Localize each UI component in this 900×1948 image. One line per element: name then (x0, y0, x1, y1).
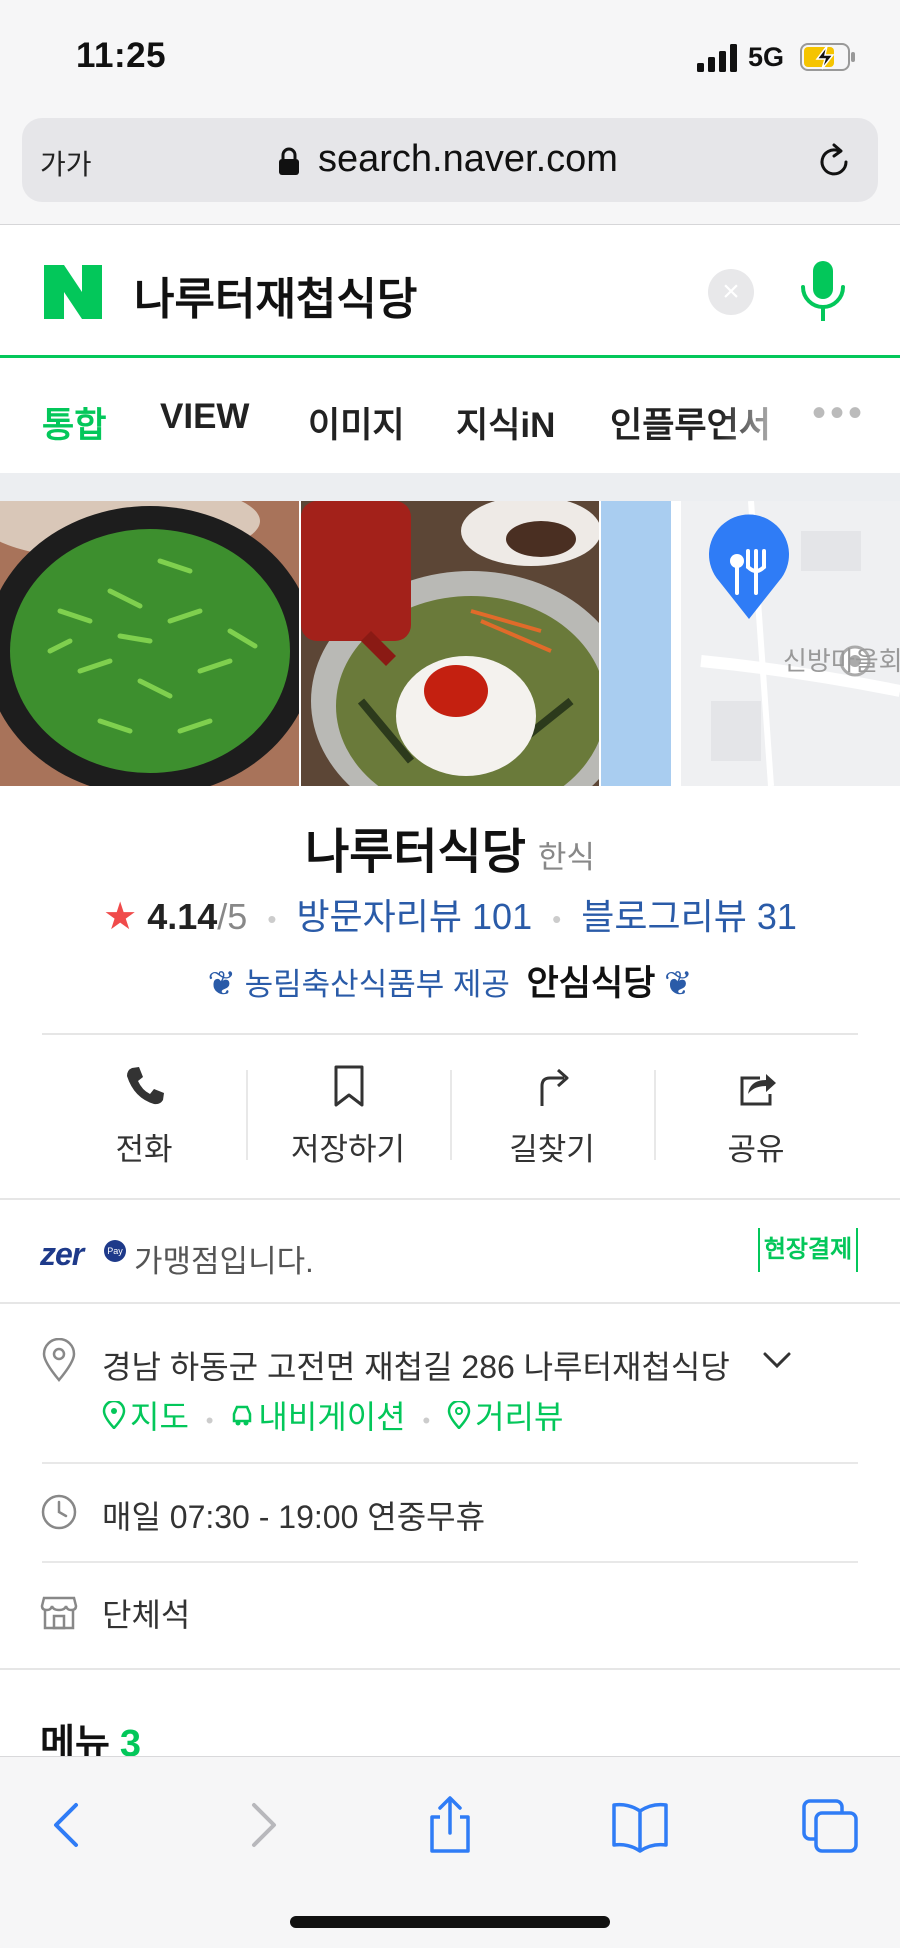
separator-dot: • (267, 903, 277, 934)
tab-all[interactable]: 통합 (42, 397, 106, 448)
street-view-link[interactable]: 거리뷰 (447, 1392, 563, 1438)
search-input[interactable]: 나루터재첩식당 (134, 263, 417, 327)
location-pin-icon (42, 1338, 76, 1382)
map-pin-icon (102, 1401, 126, 1429)
separator-dot: • (422, 1407, 431, 1433)
phone-icon (127, 1067, 164, 1105)
onsite-payment-badge: 현장결제 (758, 1228, 858, 1272)
laurel-right-icon: ❦ (663, 965, 693, 1003)
action-label: 공유 (727, 1132, 785, 1167)
clear-search-button[interactable]: × (708, 269, 754, 315)
home-indicator[interactable] (290, 1916, 610, 1928)
photo-bibimbap[interactable] (301, 501, 599, 786)
share-icon (740, 1074, 776, 1106)
save-button[interactable]: 저장하기 (246, 1050, 450, 1180)
map-link-label: 지도 (130, 1399, 189, 1435)
directions-button[interactable]: 길찾기 (450, 1050, 654, 1180)
tabs-icon[interactable] (800, 1795, 860, 1855)
place-photos: 신방마을회 (0, 501, 900, 786)
row-divider (42, 1462, 858, 1464)
store-icon (40, 1596, 78, 1630)
reload-icon[interactable] (814, 142, 854, 182)
address-links: 지도 • 내비게이션 • 거리뷰 (102, 1392, 563, 1438)
photo-chive-soup[interactable] (0, 501, 299, 786)
address-bar[interactable]: 가가 search.naver.com (22, 118, 878, 202)
zeropay-logo: zer (40, 1236, 84, 1272)
place-category: 한식 (537, 840, 595, 875)
facility-text: 단체석 (102, 1597, 191, 1633)
url-text[interactable]: search.naver.com (318, 138, 618, 181)
action-label: 길찾기 (509, 1132, 595, 1167)
street-view-link-label: 거리뷰 (475, 1399, 564, 1435)
search-bar: 나루터재첩식당 × (0, 225, 900, 358)
zeropay-pay-mark: Pay (104, 1240, 126, 1262)
status-time: 11:25 (76, 36, 167, 75)
section-divider (0, 1198, 900, 1200)
signal-icon (697, 44, 737, 72)
visitor-reviews-link[interactable]: 방문자리뷰 101 (296, 896, 532, 937)
rating-max: /5 (217, 896, 248, 937)
naver-logo-icon[interactable] (44, 265, 102, 319)
clock-icon (41, 1494, 77, 1530)
map-place-label: 신방마을회 (783, 646, 900, 676)
star-icon: ★ (103, 896, 138, 938)
bookmarks-icon[interactable] (610, 1795, 670, 1855)
place-name[interactable]: 나루터식당 (305, 826, 526, 879)
browser-address-area: 가가 search.naver.com (0, 112, 900, 225)
back-icon[interactable] (38, 1795, 98, 1855)
tab-images[interactable]: 이미지 (308, 397, 405, 448)
separator-dot: • (552, 903, 562, 934)
forward-icon[interactable] (232, 1795, 292, 1855)
directions-icon (540, 1068, 569, 1106)
battery-charging-icon (800, 43, 855, 71)
network-type: 5G (748, 42, 785, 72)
street-view-icon (447, 1401, 471, 1429)
lock-icon (279, 147, 299, 175)
more-tabs-icon[interactable]: ••• (812, 391, 866, 436)
section-gap (0, 473, 900, 501)
business-hours: 매일 07:30 - 19:00 연중무휴 (102, 1499, 486, 1535)
share-button[interactable]: 공유 (654, 1050, 858, 1180)
zeropay-text: 가맹점입니다. (134, 1244, 314, 1279)
navigation-link-label: 내비게이션 (258, 1399, 406, 1435)
safe-restaurant-badge[interactable]: ❦ 농림축산식품부 제공 안심식당 ❦ (0, 955, 900, 1006)
badge-provider: 농림축산식품부 제공 (244, 967, 510, 1002)
separator-dot: • (205, 1407, 214, 1433)
laurel-left-icon: ❦ (207, 965, 237, 1003)
section-divider (0, 1302, 900, 1304)
microphone-icon[interactable] (798, 259, 848, 325)
search-tabs: 통합 VIEW 이미지 지식iN 인플루언서 ••• (0, 361, 900, 473)
row-divider (42, 1561, 858, 1563)
action-label: 전화 (115, 1132, 173, 1167)
tab-knowledge-in[interactable]: 지식iN (456, 397, 555, 448)
action-bar: 전화 저장하기 길찾기 공유 (42, 1050, 858, 1180)
place-title-row: 나루터식당 한식 (0, 812, 900, 882)
badge-label: 안심식당 (526, 964, 656, 1003)
chevron-down-icon[interactable] (762, 1350, 792, 1370)
map-link[interactable]: 지도 (102, 1392, 189, 1438)
bookmark-icon (334, 1065, 364, 1107)
rating-row: ★ 4.14/5 • 방문자리뷰 101 • 블로그리뷰 31 (0, 888, 900, 940)
tab-view[interactable]: VIEW (160, 397, 249, 437)
blog-reviews-link[interactable]: 블로그리뷰 31 (581, 896, 797, 937)
section-divider (0, 1668, 900, 1670)
action-label: 저장하기 (290, 1132, 406, 1167)
text-size-button[interactable]: 가가 (40, 143, 92, 183)
tabs-fade (720, 381, 800, 451)
address-text[interactable]: 경남 하동군 고전면 재첩길 286 나루터재첩식당 (102, 1342, 730, 1388)
share-sheet-icon[interactable] (420, 1795, 480, 1855)
rating-score: 4.14 (147, 896, 218, 937)
call-button[interactable]: 전화 (42, 1050, 246, 1180)
divider (42, 1033, 858, 1035)
car-icon (233, 1405, 252, 1426)
status-bar: 11:25 5G (0, 0, 900, 112)
navigation-link[interactable]: 내비게이션 (230, 1392, 406, 1438)
photo-map[interactable]: 신방마을회 (601, 501, 900, 786)
